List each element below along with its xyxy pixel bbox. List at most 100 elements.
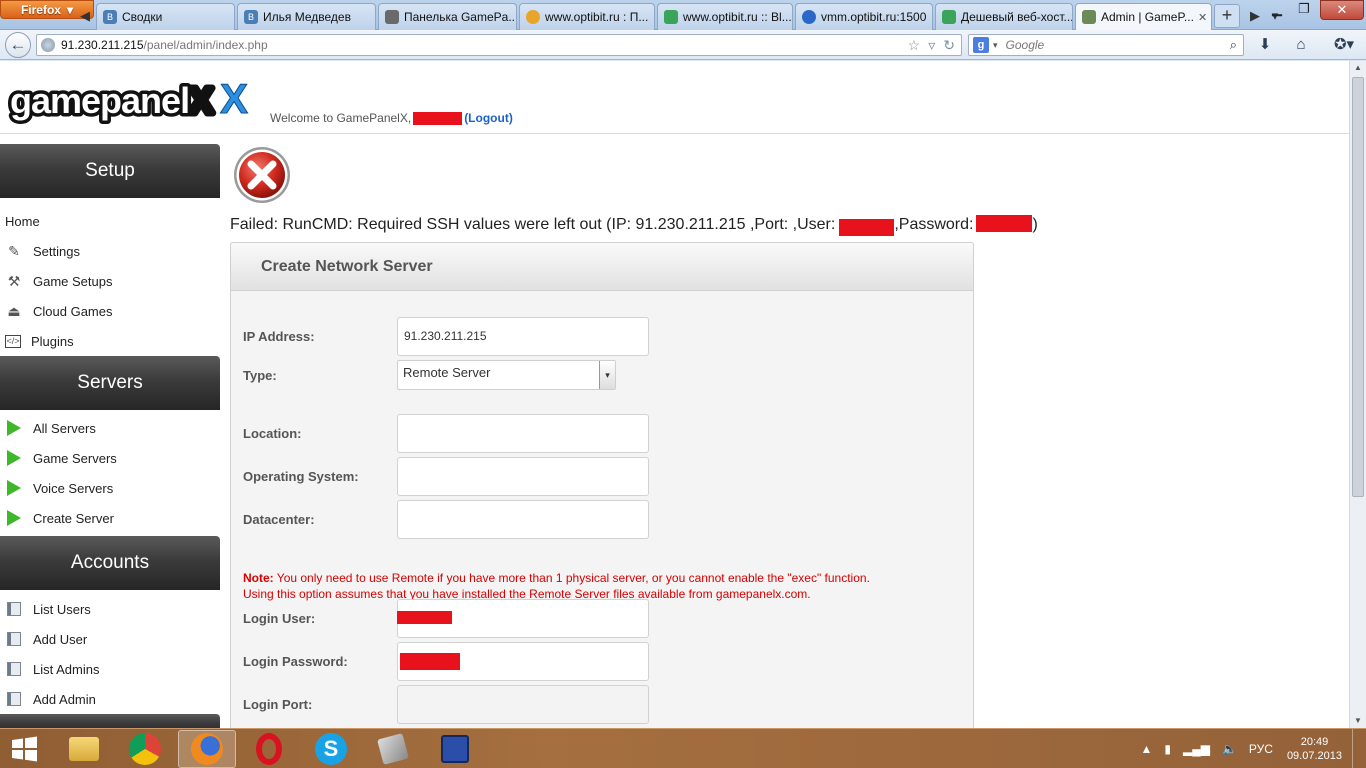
firefox-taskbar-button[interactable]	[178, 730, 236, 768]
opera-taskbar-button[interactable]	[240, 730, 298, 768]
save-app-taskbar-button[interactable]	[426, 730, 484, 768]
sidebar-item-game-servers[interactable]: Game Servers	[0, 443, 220, 473]
tab-ilya[interactable]: B Илья Медведев	[237, 3, 376, 30]
history-dropdown-icon[interactable]: ▿	[928, 37, 935, 54]
sidebar-item-add-user[interactable]: Add User	[0, 624, 220, 654]
tab-admin-gamepanel[interactable]: Admin | GameP... ✕	[1075, 3, 1212, 30]
scroll-down-icon[interactable]: ▼	[1350, 714, 1366, 728]
bookmarks-menu-icon[interactable]: ✪▾	[1326, 35, 1362, 55]
show-desktop-button[interactable]	[1352, 729, 1366, 768]
tab-label: vmm.optibit.ru:1500	[821, 10, 927, 24]
ip-address-input[interactable]: 91.230.211.215	[397, 317, 649, 356]
operating-system-label: Operating System:	[243, 469, 359, 484]
volume-icon[interactable]: 🔈	[1222, 742, 1237, 756]
search-bar[interactable]: g ▾ Google ⌕	[968, 34, 1244, 56]
clock-date: 09.07.2013	[1286, 750, 1342, 762]
network-device-icon[interactable]: ▮	[1164, 742, 1171, 756]
scroll-tabs-left-icon[interactable]: ◀	[74, 4, 96, 28]
back-arrow-icon[interactable]: ←	[5, 32, 31, 58]
tray-arrow-icon[interactable]: ▲	[1140, 742, 1152, 756]
google-icon[interactable]: g	[973, 37, 989, 53]
tab-svodki[interactable]: B Сводки	[96, 3, 235, 30]
operating-system-input[interactable]	[397, 457, 649, 496]
login-port-input[interactable]	[397, 685, 649, 724]
sidebar-item-label: List Users	[33, 601, 91, 617]
welcome-message: Welcome to GamePanelX, (Logout)	[270, 111, 513, 125]
sidebar-section-accounts: Accounts	[0, 536, 220, 590]
tab-vmm[interactable]: vmm.optibit.ru:1500	[795, 3, 933, 30]
login-user-input[interactable]	[397, 599, 649, 638]
welcome-text: Welcome to GamePanelX,	[270, 111, 412, 125]
sidebar-item-voice-servers[interactable]: Voice Servers	[0, 473, 220, 503]
close-tab-icon[interactable]: ✕	[1194, 11, 1207, 24]
sidebar-item-label: Settings	[33, 243, 80, 259]
tab-hosting[interactable]: Дешевый веб-хост...	[935, 3, 1073, 30]
error-text-2: ,Password:	[894, 215, 974, 233]
chevron-down-icon: ▾	[66, 2, 74, 17]
reload-icon[interactable]: ↻	[943, 37, 955, 54]
scroll-up-icon[interactable]: ▲	[1350, 61, 1366, 75]
tab-label: Admin | GameP...	[1101, 10, 1194, 24]
sidebar-item-home[interactable]: Home	[0, 206, 220, 236]
bookmark-star-icon[interactable]: ☆	[908, 37, 921, 54]
tab-label: Сводки	[122, 10, 163, 24]
sidebar-item-label: Home	[5, 213, 40, 229]
scrollbar-thumb[interactable]	[1352, 77, 1364, 497]
explorer-taskbar-button[interactable]	[55, 730, 113, 768]
sidebar-section-next	[0, 714, 220, 728]
skype-taskbar-button[interactable]: S	[302, 730, 360, 768]
sidebar-item-cloud-games[interactable]: ⏏ Cloud Games	[0, 296, 220, 326]
sidebar-item-list-users[interactable]: List Users	[0, 594, 220, 624]
type-label: Type:	[243, 368, 277, 383]
windows-start-icon[interactable]	[2, 731, 46, 767]
logout-link[interactable]: (Logout)	[464, 111, 513, 125]
signal-icon[interactable]: ▂▄▆	[1183, 742, 1210, 756]
sidebar-item-create-server[interactable]: Create Server	[0, 503, 220, 533]
clock[interactable]: 20:49 09.07.2013	[1287, 735, 1342, 763]
location-input[interactable]	[397, 414, 649, 453]
tab-label: www.optibit.ru : П...	[545, 10, 649, 24]
error-icon	[234, 147, 290, 203]
home-icon[interactable]: ⌂	[1289, 35, 1313, 55]
sidebar-item-plugins[interactable]: </> Plugins	[0, 326, 220, 356]
search-icon[interactable]: ⌕	[1230, 37, 1237, 53]
chevron-down-icon[interactable]: ▾	[993, 40, 998, 51]
globe-icon	[41, 38, 55, 52]
login-port-label: Login Port:	[243, 697, 313, 712]
book-icon	[5, 601, 23, 617]
skype-icon: S	[315, 733, 347, 765]
play-icon	[5, 420, 23, 436]
sidebar-item-list-admins[interactable]: List Admins	[0, 654, 220, 684]
error-text-1: Failed: RunCMD: Required SSH values were…	[230, 215, 836, 233]
chrome-taskbar-button[interactable]	[116, 730, 174, 768]
type-select[interactable]: Remote Server ▾	[397, 360, 616, 390]
note-line-1: You only need to use Remote if you have …	[273, 571, 870, 585]
sidebar-item-game-setups[interactable]: ⚒ Game Setups	[0, 266, 220, 296]
sidebar-item-settings[interactable]: ✎ Settings	[0, 236, 220, 266]
chevron-down-icon[interactable]: ▾	[599, 361, 615, 389]
note-bold: Note:	[243, 571, 274, 585]
tab-optibit-forum[interactable]: www.optibit.ru : П...	[519, 3, 655, 30]
window-close-icon[interactable]: ✕	[1320, 0, 1364, 20]
app-taskbar-button[interactable]	[364, 730, 422, 768]
restore-icon[interactable]: ❐	[1290, 0, 1318, 20]
login-password-label: Login Password:	[243, 654, 348, 669]
sidebar-item-all-servers[interactable]: All Servers	[0, 413, 220, 443]
redacted-user	[839, 219, 895, 236]
datacenter-input[interactable]	[397, 500, 649, 539]
vertical-scrollbar[interactable]: ▲ ▼	[1349, 61, 1366, 728]
page-viewport: gamepanelX gamepanel X Welcome to GamePa…	[0, 61, 1349, 728]
tab-label: www.optibit.ru :: Bl...	[683, 10, 792, 24]
language-indicator[interactable]: РУС	[1249, 742, 1273, 756]
downloads-icon[interactable]: ⬇	[1253, 35, 1277, 55]
minimize-icon[interactable]: ▁	[1263, 0, 1291, 20]
login-password-input[interactable]	[397, 642, 649, 681]
error-message: Failed: RunCMD: Required SSH values were…	[230, 213, 1038, 236]
site-icon	[942, 10, 956, 24]
sidebar-item-add-admin[interactable]: Add Admin	[0, 684, 220, 714]
tab-panelka[interactable]: Панелька GamePa...	[378, 3, 517, 30]
vk-icon: B	[103, 10, 117, 24]
tab-optibit-blog[interactable]: www.optibit.ru :: Bl...	[657, 3, 793, 30]
new-tab-button[interactable]: +	[1214, 4, 1240, 28]
url-bar[interactable]: 91.230.211.215 /panel/admin/index.php ☆ …	[36, 34, 962, 56]
